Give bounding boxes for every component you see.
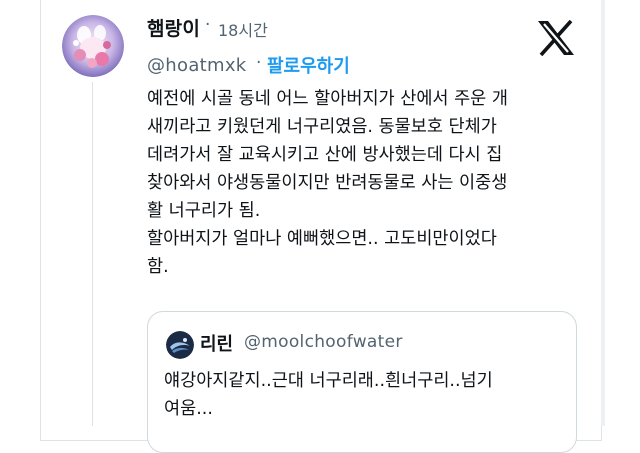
tweet-text-line: 할아버지가 얼마나 예뻐했으면.. 고도비만이었다 xyxy=(147,229,497,249)
quoted-author-avatar[interactable] xyxy=(166,331,194,359)
author-avatar-image xyxy=(62,15,124,77)
x-logo-icon xyxy=(536,19,576,57)
tweet-text-line: 함. xyxy=(147,257,169,277)
tweet-timestamp[interactable]: 18시간 xyxy=(218,17,268,41)
author-avatar[interactable] xyxy=(62,15,124,77)
tweet-text-line: 새끼라고 키웠던게 너구리였음. 동물보호 단체가 xyxy=(147,117,497,137)
separator-dot: · xyxy=(256,53,262,73)
quoted-author-handle[interactable]: @moolchoofwater xyxy=(244,332,403,352)
author-handle[interactable]: @hoatmxk xyxy=(147,55,247,76)
tweet-text-line: 예전에 시골 동네 어느 할아버지가 산에서 주운 개 xyxy=(147,89,508,109)
thread-line xyxy=(92,82,93,426)
follow-button[interactable]: 팔로우하기 xyxy=(267,52,350,78)
scroll-edge xyxy=(601,0,605,426)
quoted-author-name[interactable]: 리린 xyxy=(200,330,233,356)
quoted-avatar-image xyxy=(166,331,194,359)
tweet-text: 예전에 시골 동네 어느 할아버지가 산에서 주운 개 새끼라고 키웠던게 너구… xyxy=(147,85,587,281)
tweet-text-line: 데려가서 잘 교육시키고 산에 방사했는데 다시 집 xyxy=(147,145,503,165)
separator-dot: · xyxy=(205,15,211,35)
tweet-text-line: 활 너구리가 됨. xyxy=(147,201,261,221)
author-name[interactable]: 햄랑이 xyxy=(147,14,200,41)
quoted-text-line: 여움... xyxy=(164,399,213,419)
quoted-tweet-text: 얘강아지같지..근대 너구리래..흰너구리..넘기 여움... xyxy=(164,367,564,423)
tweet-text-line: 찾아와서 야생동물이지만 반려동물로 사는 이중생 xyxy=(147,173,508,193)
quoted-text-line: 얘강아지같지..근대 너구리래..흰너구리..넘기 xyxy=(164,371,493,391)
